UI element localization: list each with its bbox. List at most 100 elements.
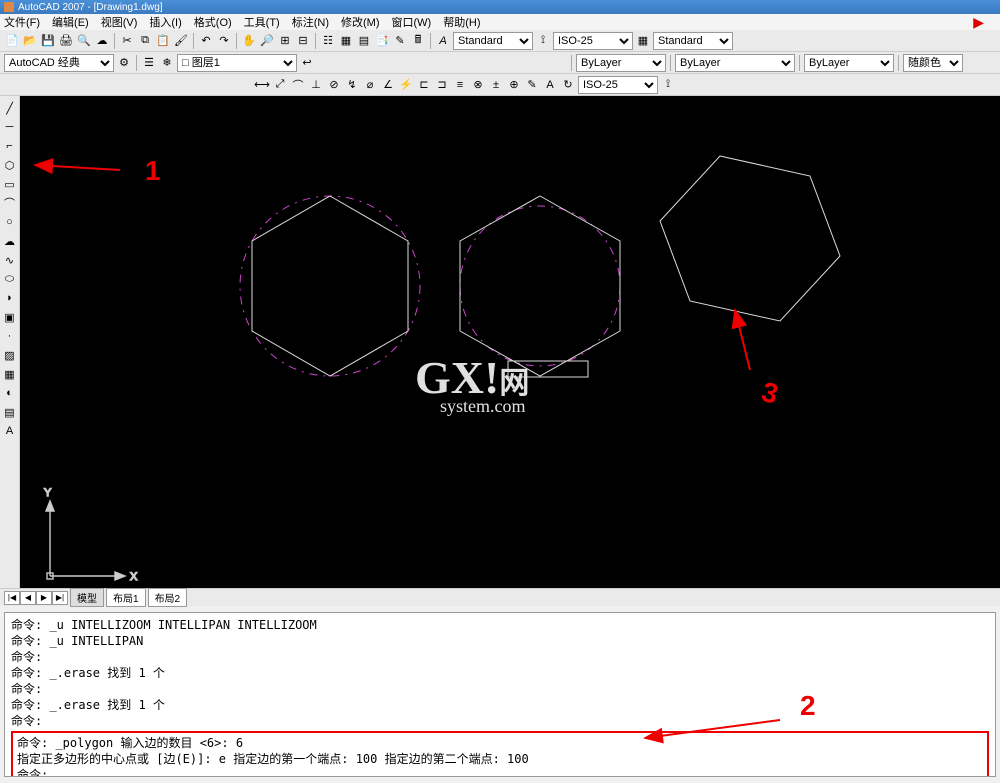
linetype-combo[interactable]: ByLayer — [675, 54, 795, 72]
hatch-icon[interactable]: ▨ — [2, 347, 18, 363]
dimstyle-combo[interactable]: ISO-25 — [553, 32, 633, 50]
region-icon[interactable]: ◐ — [2, 385, 18, 401]
dimlinear-icon[interactable]: ⟷ — [254, 77, 270, 93]
toolpalette-icon[interactable]: ▤ — [356, 33, 372, 49]
dimcenter-icon[interactable]: ⊕ — [506, 77, 522, 93]
mtext-icon[interactable]: A — [2, 423, 18, 439]
dimbase-icon[interactable]: ⊏ — [416, 77, 432, 93]
line-icon[interactable]: ╱ — [2, 100, 18, 116]
block-icon[interactable]: ▣ — [2, 309, 18, 325]
menu-view[interactable]: 视图(V) — [101, 14, 138, 30]
print-icon[interactable]: 🖨 — [58, 33, 74, 49]
point-icon[interactable]: · — [2, 328, 18, 344]
plotstyle-combo[interactable]: 随颜色 — [903, 54, 963, 72]
zoom-icon[interactable]: 🔎 — [259, 33, 275, 49]
cline-icon[interactable]: ─ — [2, 119, 18, 135]
workspace-settings-icon[interactable]: ⚙ — [116, 55, 132, 71]
menu-format[interactable]: 格式(O) — [194, 14, 232, 30]
menu-tools[interactable]: 工具(T) — [244, 14, 280, 30]
designcenter-icon[interactable]: ▦ — [338, 33, 354, 49]
sheetset-icon[interactable]: 📑 — [374, 33, 390, 49]
tab-next-icon[interactable]: ▶ — [36, 591, 52, 605]
tablestyle-icon[interactable]: ▦ — [635, 33, 651, 49]
ellipse-icon[interactable]: ⬭ — [2, 271, 18, 287]
tab-last-icon[interactable]: ▶| — [52, 591, 68, 605]
tab-first-icon[interactable]: |◀ — [4, 591, 20, 605]
dimedit-icon[interactable]: ✎ — [524, 77, 540, 93]
menu-dim[interactable]: 标注(N) — [292, 14, 329, 30]
dimupdate-icon[interactable]: ↻ — [560, 77, 576, 93]
dimord-icon[interactable]: ⊥ — [308, 77, 324, 93]
textstyle-combo[interactable]: Standard — [453, 32, 533, 50]
menu-insert[interactable]: 插入(I) — [149, 14, 181, 30]
zoomw-icon[interactable]: ⊞ — [277, 33, 293, 49]
cmd-line: 命令: — [17, 767, 983, 777]
pan-icon[interactable]: ✋ — [241, 33, 257, 49]
dimstyle-mgr-icon[interactable]: ⟟ — [660, 77, 676, 93]
cut-icon[interactable]: ✂ — [119, 33, 135, 49]
cmd-line: 命令: — [11, 649, 989, 665]
lineweight-combo[interactable]: ByLayer — [804, 54, 894, 72]
menu-window[interactable]: 窗口(W) — [392, 14, 432, 30]
rect-icon[interactable]: ▭ — [2, 176, 18, 192]
redo-icon[interactable]: ↷ — [216, 33, 232, 49]
dimarc-icon[interactable]: ⌒ — [290, 77, 306, 93]
dimdia-icon[interactable]: ⌀ — [362, 77, 378, 93]
undo-icon[interactable]: ↶ — [198, 33, 214, 49]
pline-icon[interactable]: ⌐ — [2, 138, 18, 154]
drawing-canvas[interactable]: Y X GX!网 system.com — [20, 96, 1000, 588]
layermgr-icon[interactable]: ☰ — [141, 55, 157, 71]
open-icon[interactable]: 📂 — [22, 33, 38, 49]
layerfreeze-icon[interactable]: ❄ — [159, 55, 175, 71]
gradient-icon[interactable]: ▦ — [2, 366, 18, 382]
polygon-icon[interactable]: ⬡ — [2, 157, 18, 173]
dimang-icon[interactable]: ∠ — [380, 77, 396, 93]
app-icon — [4, 2, 14, 12]
tablestyle-combo[interactable]: Standard — [653, 32, 733, 50]
draw-toolbar: ╱ ─ ⌐ ⬡ ▭ ⌒ ○ ☁ ∿ ⬭ ◗ ▣ · ▨ ▦ ◐ ▤ A — [0, 96, 20, 588]
menu-modify[interactable]: 修改(M) — [341, 14, 380, 30]
dimbreak-icon[interactable]: ⊗ — [470, 77, 486, 93]
dimaligned-icon[interactable]: ⤢ — [272, 77, 288, 93]
tab-prev-icon[interactable]: ◀ — [20, 591, 36, 605]
menu-help[interactable]: 帮助(H) — [443, 14, 480, 30]
menu-edit[interactable]: 编辑(E) — [52, 14, 89, 30]
menu-file[interactable]: 文件(F) — [4, 14, 40, 30]
menu-bar[interactable]: 文件(F) 编辑(E) 视图(V) 插入(I) 格式(O) 工具(T) 标注(N… — [0, 14, 1000, 30]
dimradius-icon[interactable]: ⊘ — [326, 77, 342, 93]
matchprop-icon[interactable]: 🖌 — [173, 33, 189, 49]
dimtol-icon[interactable]: ± — [488, 77, 504, 93]
earc-icon[interactable]: ◗ — [2, 290, 18, 306]
zoomp-icon[interactable]: ⊟ — [295, 33, 311, 49]
textstyle-icon[interactable]: A — [435, 33, 451, 49]
table-icon[interactable]: ▤ — [2, 404, 18, 420]
new-icon[interactable]: 📄 — [4, 33, 20, 49]
dimspace-icon[interactable]: ≡ — [452, 77, 468, 93]
command-window[interactable]: 命令: _u INTELLIZOOM INTELLIPAN INTELLIZOO… — [4, 612, 996, 777]
paste-icon[interactable]: 📋 — [155, 33, 171, 49]
layer-combo[interactable]: □ 图层1 — [177, 54, 297, 72]
save-icon[interactable]: 💾 — [40, 33, 56, 49]
tab-layout1[interactable]: 布局1 — [106, 588, 146, 607]
tab-layout2[interactable]: 布局2 — [148, 588, 188, 607]
dimstyle-combo2[interactable]: ISO-25 — [578, 76, 658, 94]
layerprev-icon[interactable]: ↩ — [299, 55, 315, 71]
revcloud-icon[interactable]: ☁ — [2, 233, 18, 249]
publish-icon[interactable]: ☁ — [94, 33, 110, 49]
arc-icon[interactable]: ⌒ — [2, 195, 18, 211]
dimjog-icon[interactable]: ↯ — [344, 77, 360, 93]
tab-model[interactable]: 模型 — [70, 588, 104, 607]
dimstyle-icon[interactable]: ⟟ — [535, 33, 551, 49]
color-combo[interactable]: ByLayer — [576, 54, 666, 72]
copy-icon[interactable]: ⧉ — [137, 33, 153, 49]
workspace-combo[interactable]: AutoCAD 经典 — [4, 54, 114, 72]
dimquick-icon[interactable]: ⚡ — [398, 77, 414, 93]
dimtedit-icon[interactable]: A — [542, 77, 558, 93]
markup-icon[interactable]: ✎ — [392, 33, 408, 49]
preview-icon[interactable]: 🔍 — [76, 33, 92, 49]
properties-icon[interactable]: ☷ — [320, 33, 336, 49]
circle-icon[interactable]: ○ — [2, 214, 18, 230]
dimcont-icon[interactable]: ⊐ — [434, 77, 450, 93]
spline-icon[interactable]: ∿ — [2, 252, 18, 268]
calc-icon[interactable]: 🖩 — [410, 33, 426, 49]
